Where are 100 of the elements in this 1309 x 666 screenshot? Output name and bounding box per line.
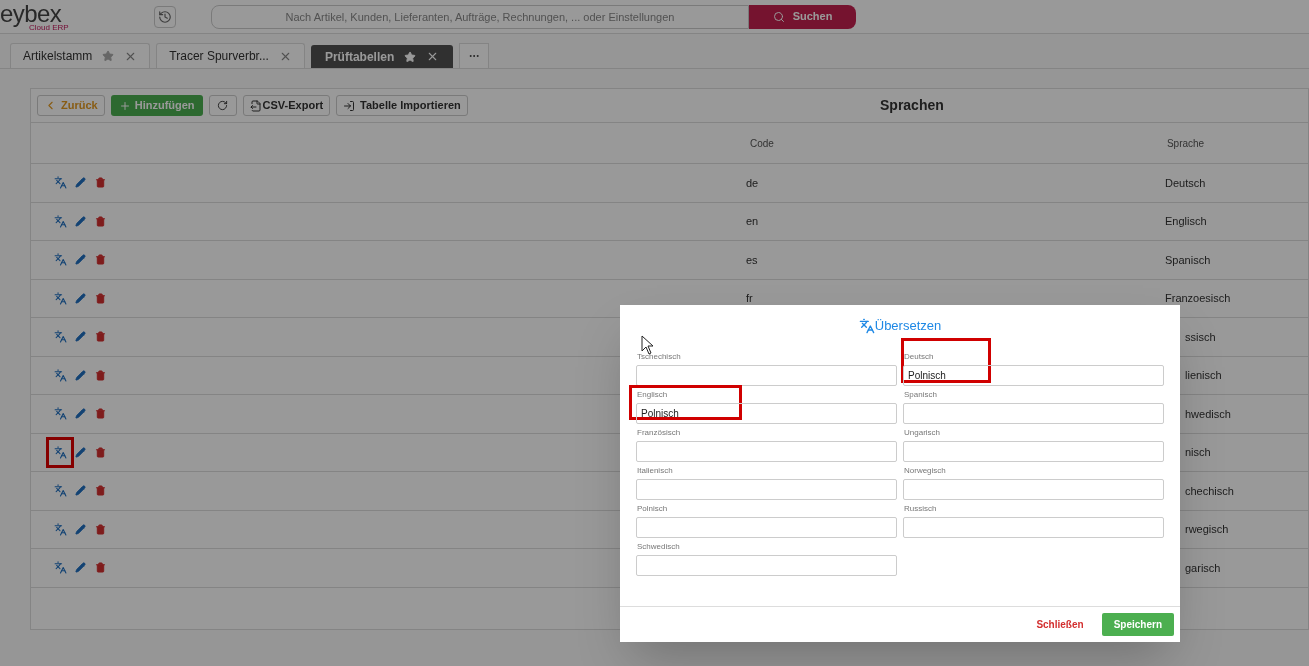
table-cell-text: Deutsch — [1165, 175, 1206, 191]
edit-button[interactable] — [75, 215, 86, 227]
refresh-icon — [217, 100, 229, 111]
text-field[interactable] — [903, 479, 1164, 500]
delete-icon — [95, 562, 106, 574]
delete-icon — [95, 369, 106, 381]
edit-icon — [75, 523, 86, 535]
history-button[interactable] — [154, 5, 176, 28]
search-icon — [772, 10, 785, 23]
text-field[interactable] — [636, 365, 897, 386]
translate-icon — [858, 318, 875, 334]
text-field[interactable] — [636, 555, 897, 576]
text-field[interactable] — [636, 479, 897, 500]
delete-icon — [95, 254, 106, 266]
text-field[interactable] — [903, 403, 1164, 424]
delete-button[interactable] — [95, 254, 106, 266]
edit-icon — [75, 485, 86, 497]
refresh-button[interactable] — [208, 95, 237, 116]
field-label: Italienisch — [637, 466, 674, 476]
edit-button[interactable] — [75, 292, 86, 304]
table-cell-text: Franzoesisch — [1165, 291, 1231, 306]
delete-button[interactable] — [95, 562, 106, 574]
delete-button[interactable] — [95, 446, 106, 458]
edit-button[interactable] — [75, 254, 86, 266]
mouse-cursor-icon — [641, 335, 655, 355]
translate-icon — [53, 368, 67, 382]
delete-button[interactable] — [95, 177, 106, 189]
column-header: Sprache — [1166, 136, 1205, 151]
field-label: Tschechisch — [637, 352, 682, 362]
edit-button[interactable] — [75, 408, 86, 420]
table-cell-text: garisch — [1185, 560, 1221, 576]
text-field[interactable] — [636, 517, 897, 538]
edit-icon — [75, 408, 86, 420]
field-label: Spanisch — [904, 390, 938, 400]
table-cell-text: ssisch — [1185, 329, 1216, 345]
text-field[interactable] — [636, 441, 897, 462]
edit-button[interactable] — [75, 446, 86, 458]
translate-button[interactable] — [46, 436, 74, 468]
table-cell-text: rwegisch — [1185, 522, 1229, 537]
delete-button[interactable] — [95, 215, 106, 227]
translate-icon — [53, 522, 67, 536]
delete-button[interactable] — [95, 369, 106, 381]
text-field[interactable]: Polnisch — [636, 403, 897, 424]
logo-wordmark: eybex — [0, 1, 62, 26]
field-label: Norwegisch — [904, 466, 947, 476]
delete-icon — [95, 408, 106, 420]
export-button[interactable]: CSV-Export — [242, 95, 331, 116]
table-cell-text: Englisch — [1165, 214, 1207, 229]
table-cell-text: es — [746, 252, 759, 268]
tab[interactable]: Artikelstamm — [10, 43, 151, 68]
translate-icon — [53, 291, 67, 305]
close-button[interactable]: Schließen — [1036, 617, 1084, 632]
translate-icon — [53, 330, 67, 344]
delete-icon — [95, 215, 106, 227]
tab[interactable]: Prüftabellen — [310, 45, 454, 68]
delete-button[interactable] — [95, 331, 106, 343]
edit-button[interactable] — [75, 485, 86, 497]
translate-icon — [53, 484, 67, 498]
table-cell-text: Spanisch — [1165, 252, 1211, 268]
edit-button[interactable] — [75, 369, 86, 381]
edit-icon — [75, 215, 86, 227]
dialog-title: Übersetzen — [858, 316, 942, 336]
translate-icon — [53, 253, 67, 267]
delete-icon — [95, 523, 106, 535]
column-header: Code — [750, 136, 774, 151]
text-field[interactable] — [903, 441, 1164, 462]
field-label: Englisch — [637, 390, 669, 400]
field-label: Ungarisch — [904, 428, 941, 438]
table-cell-text: nisch — [1185, 445, 1211, 460]
history-icon — [158, 9, 172, 24]
table-title: Sprachen — [880, 96, 944, 115]
edit-button[interactable] — [75, 177, 86, 189]
translate-icon — [53, 561, 67, 575]
delete-button[interactable] — [95, 292, 106, 304]
star-icon — [102, 50, 115, 62]
delete-icon — [95, 292, 106, 304]
tab[interactable]: Tracer Spurverbr... — [156, 43, 305, 68]
field-label: Polnisch — [637, 504, 669, 514]
search-field[interactable]: Nach Artikel, Kunden, Lieferanten, Aufträge, Rechnungen, ... oder Einstellungen — [211, 4, 749, 29]
search-button[interactable]: Suchen — [749, 4, 856, 29]
import-button[interactable]: Tabelle Importieren — [336, 95, 468, 116]
export-icon — [249, 99, 262, 112]
delete-button[interactable] — [95, 485, 106, 497]
delete-button[interactable] — [95, 523, 106, 535]
table-cell-text: en — [746, 214, 760, 229]
text-field[interactable] — [903, 517, 1164, 538]
table-cell-text: hwedisch — [1185, 406, 1231, 422]
edit-button[interactable] — [75, 523, 86, 535]
delete-icon — [95, 331, 106, 343]
field-label: Schwedisch — [637, 542, 681, 552]
edit-icon — [75, 331, 86, 343]
delete-button[interactable] — [95, 408, 106, 420]
logo-tagline: Cloud ERP — [29, 23, 70, 32]
edit-button[interactable] — [75, 331, 86, 343]
table-cell-text: lienisch — [1185, 368, 1222, 383]
text-field[interactable]: Polnisch — [903, 365, 1164, 386]
delete-icon — [95, 177, 106, 189]
translate-icon — [53, 214, 67, 228]
edit-icon — [75, 292, 86, 304]
edit-button[interactable] — [75, 562, 86, 574]
